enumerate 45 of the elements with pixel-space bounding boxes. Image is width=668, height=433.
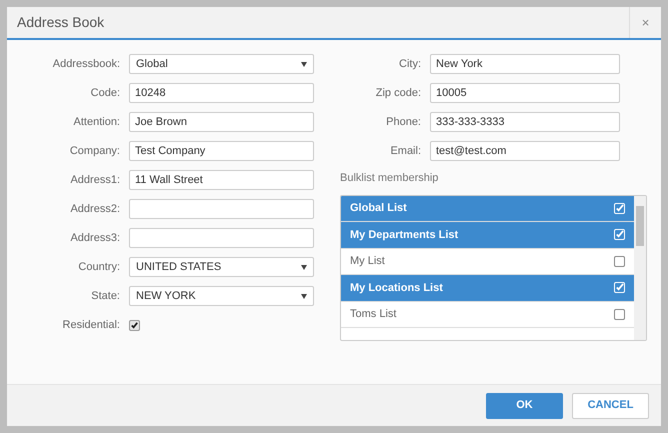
- input-field[interactable]: [129, 228, 314, 248]
- field-label: Email:: [389, 144, 422, 159]
- input-field[interactable]: New York: [430, 54, 620, 74]
- field-label: Addressbook:: [52, 56, 121, 72]
- field-label: Address1:: [69, 172, 121, 188]
- caret-icon: [301, 264, 307, 270]
- input-field[interactable]: Test Company: [129, 141, 314, 161]
- input-field[interactable]: 10248: [129, 83, 314, 103]
- checked-box-icon: [614, 282, 625, 294]
- dropdown[interactable]: UNITED STATES: [129, 257, 314, 277]
- window-title: Address Book: [16, 13, 106, 32]
- checked-box-icon: [614, 202, 625, 214]
- input-field[interactable]: 10005: [430, 83, 620, 103]
- checkbox-icon: [614, 308, 625, 320]
- list-item[interactable]: Global List: [341, 196, 634, 222]
- input-field[interactable]: 333-333-3333: [430, 112, 620, 132]
- input-field[interactable]: [129, 199, 314, 219]
- field-label: Address3:: [69, 230, 121, 246]
- cancel-button[interactable]: CANCEL: [572, 392, 649, 418]
- field-label: Address2:: [69, 202, 121, 217]
- checkbox[interactable]: [129, 320, 140, 330]
- ok-button[interactable]: OK: [486, 392, 563, 418]
- list-item[interactable]: My List: [341, 248, 634, 275]
- checkbox-icon: [614, 256, 625, 267]
- field-label: Phone:: [385, 114, 422, 130]
- field-label: City:: [398, 56, 422, 72]
- field-label: Attention:: [72, 114, 121, 130]
- input-field[interactable]: 11 Wall Street: [129, 170, 314, 190]
- field-label: Company:: [68, 144, 121, 159]
- list-item[interactable]: Toms List: [341, 302, 634, 328]
- field-label: Residential:: [62, 318, 121, 333]
- list-item[interactable]: My Locations List: [341, 275, 634, 302]
- section-label: Bulklist membership: [340, 171, 440, 186]
- field-label: Code:: [90, 86, 121, 101]
- input-field[interactable]: Joe Brown: [129, 112, 314, 132]
- input-field[interactable]: test@test.com: [430, 141, 620, 161]
- field-label: Zip code:: [374, 86, 422, 101]
- field-label: Country:: [77, 260, 121, 275]
- checked-box-icon: [614, 229, 625, 240]
- dropdown[interactable]: NEW YORK: [129, 286, 314, 306]
- list-item[interactable]: My Departments List: [341, 222, 634, 248]
- caret-icon: [301, 62, 307, 66]
- caret-icon: [301, 294, 307, 298]
- dropdown[interactable]: Global: [129, 54, 314, 74]
- field-label: State:: [90, 288, 121, 304]
